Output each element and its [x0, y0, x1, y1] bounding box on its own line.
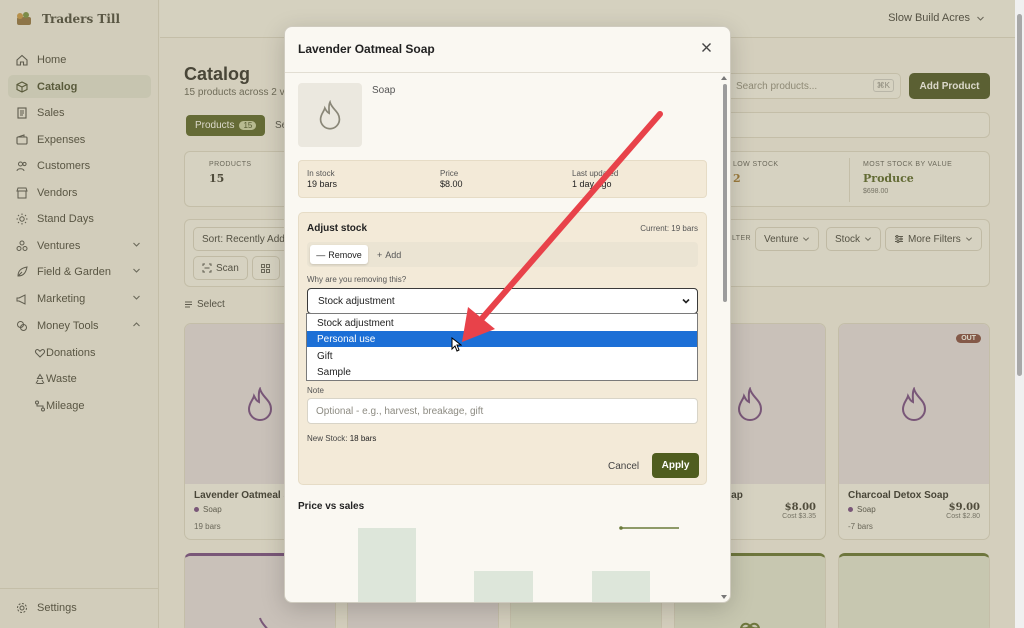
app-root: Traders Till Home Catalog Sales Expenses…: [0, 0, 1024, 628]
annotation-arrow-icon: [462, 111, 663, 342]
mouse-cursor-icon: [451, 337, 462, 352]
